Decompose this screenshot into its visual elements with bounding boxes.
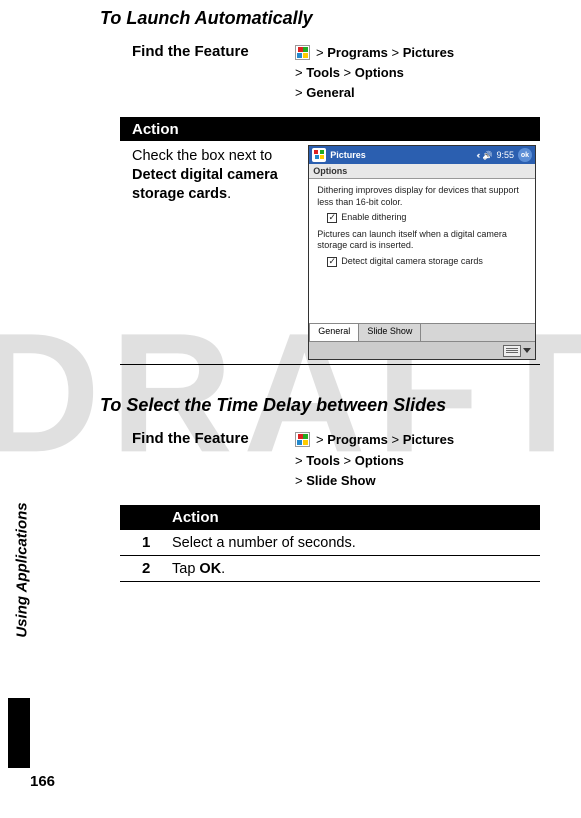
shot-cb1-label: Enable dithering [341,212,406,223]
step-num-2: 2 [120,556,172,581]
path-options: Options [355,65,404,80]
shot-clock: 9:55 [496,150,514,160]
action-text-pre: Check the box next to [132,148,272,164]
find-feature-label-1: Find the Feature [100,43,295,60]
speaker-icon [483,150,493,160]
shot-body: Dithering improves display for devices t… [309,179,535,323]
shot-bottom-bar [309,341,535,359]
side-tab: Using Applications [8,468,36,768]
windows-flag-icon [295,45,310,60]
section1-heading: To Launch Automatically [100,8,560,29]
shot-tabs: General Slide Show [309,323,535,341]
path2-pictures: Pictures [403,432,454,447]
page-content: To Launch Automatically Find the Feature… [100,8,560,582]
section2-heading: To Select the Time Delay between Slides [100,395,560,416]
step-row-1: 1 Select a number of seconds. [120,529,540,555]
action-body-1: Check the box next to Detect digital cam… [120,141,540,364]
step2-pre: Tap [172,561,199,577]
side-black-block [8,698,30,768]
windows-flag-icon [295,432,310,447]
action-text-bold: Detect digital camera storage cards [132,167,278,202]
start-flag-icon [312,148,326,162]
find-feature-row-1: Find the Feature > Programs > Pictures >… [100,43,560,103]
find-feature-row-2: Find the Feature > Programs > Pictures >… [100,430,560,490]
path2-options: Options [355,453,404,468]
action-text-post: . [227,186,231,202]
path-tools: Tools [306,65,340,80]
ok-circle-icon: ok [518,148,532,162]
shot-cb2-label: Detect digital camera storage cards [341,256,483,267]
shot-titlebar: Pictures 9:55 ok [309,146,535,164]
shot-title-text: Pictures [330,150,366,160]
shot-subtitle: Options [309,164,535,179]
signal-icon [477,150,479,160]
path-programs: Programs [327,45,388,60]
action-table-1: Action Check the box next to Detect digi… [120,117,540,365]
step2-post: . [221,561,225,577]
find-feature-path-2: > Programs > Pictures > Tools > Options … [295,430,560,490]
shot-tab-slideshow: Slide Show [359,324,421,341]
action-header-1: Action [120,118,540,141]
shot-para-1: Dithering improves display for devices t… [317,185,527,208]
shot-tab-general: General [309,323,359,341]
manual-page: Using Applications 166 To Launch Automat… [0,0,581,818]
step-text-1: Select a number of seconds. [172,531,356,555]
action-header-2: Action [120,506,540,529]
step-text-2: Tap OK. [172,557,225,581]
path2-programs: Programs [327,432,388,447]
shot-checkbox-1: ✓ Enable dithering [327,212,527,223]
shot-para-2: Pictures can launch itself when a digita… [317,229,527,252]
path2-slideshow: Slide Show [306,473,375,488]
side-section-label: Using Applications [14,502,31,637]
shot-checkbox-2: ✓ Detect digital camera storage cards [327,256,527,267]
step2-bold: OK [199,561,221,577]
step-num-1: 1 [120,530,172,555]
wince-screenshot: Pictures 9:55 ok Options Dithering impro… [308,145,536,360]
path2-tools: Tools [306,453,340,468]
path-pictures: Pictures [403,45,454,60]
dropdown-arrow-icon [523,348,531,353]
checkbox-checked-icon: ✓ [327,213,337,223]
find-feature-path-1: > Programs > Pictures > Tools > Options … [295,43,560,103]
step-row-2: 2 Tap OK. [120,555,540,581]
path-general: General [306,85,354,100]
action-instruction-1: Check the box next to Detect digital cam… [120,141,308,364]
action-table-2: Action 1 Select a number of seconds. 2 T… [120,505,540,582]
keyboard-icon [503,345,521,357]
find-feature-label-2: Find the Feature [100,430,295,447]
checkbox-checked-icon: ✓ [327,257,337,267]
page-number: 166 [30,773,55,790]
step1-pre: Select a number of seconds. [172,535,356,551]
